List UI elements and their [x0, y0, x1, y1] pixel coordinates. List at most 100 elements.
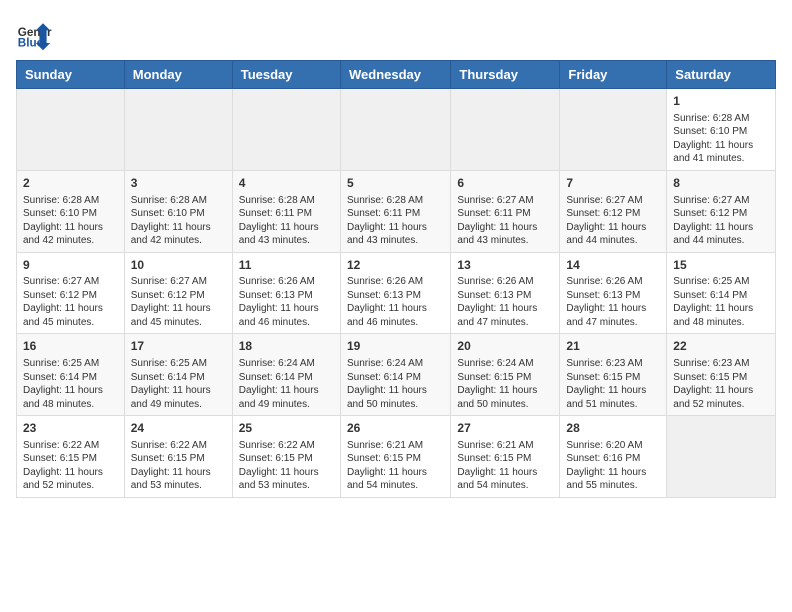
- day-info: Sunrise: 6:28 AM Sunset: 6:11 PM Dayligh…: [239, 194, 334, 248]
- calendar-cell: 4 Sunrise: 6:28 AM Sunset: 6:11 PM Daylig…: [232, 170, 340, 252]
- calendar-cell: 23Sunrise: 6:22 AM Sunset: 6:15 PM Dayli…: [17, 416, 125, 498]
- day-number: 20: [457, 338, 553, 355]
- calendar-cell: [17, 89, 125, 171]
- day-number: 23: [23, 420, 118, 437]
- day-number: 15: [673, 257, 769, 274]
- weekday-header-sunday: Sunday: [17, 61, 125, 89]
- day-number: 11: [239, 257, 334, 274]
- week-row-1: 1 Sunrise: 6:28 AM Sunset: 6:10 PM Daylig…: [17, 89, 776, 171]
- day-info: Sunrise: 6:22 AM Sunset: 6:15 PM Dayligh…: [131, 439, 226, 493]
- day-number: 28: [566, 420, 660, 437]
- weekday-header-monday: Monday: [124, 61, 232, 89]
- calendar-cell: 2 Sunrise: 6:28 AM Sunset: 6:10 PM Daylig…: [17, 170, 125, 252]
- calendar-cell: [451, 89, 560, 171]
- calendar-cell: 14Sunrise: 6:26 AM Sunset: 6:13 PM Dayli…: [560, 252, 667, 334]
- day-number: 17: [131, 338, 226, 355]
- calendar-cell: 13Sunrise: 6:26 AM Sunset: 6:13 PM Dayli…: [451, 252, 560, 334]
- calendar-cell: 1 Sunrise: 6:28 AM Sunset: 6:10 PM Daylig…: [667, 89, 776, 171]
- day-info: Sunrise: 6:26 AM Sunset: 6:13 PM Dayligh…: [566, 275, 660, 329]
- day-info: Sunrise: 6:24 AM Sunset: 6:14 PM Dayligh…: [347, 357, 444, 411]
- week-row-5: 23 Sunrise: 6:22 AM Sunset: 6:15 PM Dayli…: [17, 416, 776, 498]
- calendar-cell: [560, 89, 667, 171]
- day-info: Sunrise: 6:22 AM Sunset: 6:15 PM Dayligh…: [239, 439, 334, 493]
- day-number: 25: [239, 420, 334, 437]
- logo-icon: General Blue: [16, 16, 52, 52]
- calendar-cell: 15Sunrise: 6:25 AM Sunset: 6:14 PM Dayli…: [667, 252, 776, 334]
- calendar-cell: 26 Sunrise: 6:21 AM Sunset: 6:15 PM Dayli…: [340, 416, 450, 498]
- calendar-cell: 6Sunrise: 6:27 AM Sunset: 6:11 PM Daylig…: [451, 170, 560, 252]
- day-info: Sunrise: 6:27 AM Sunset: 6:12 PM Dayligh…: [566, 194, 660, 248]
- weekday-header-friday: Friday: [560, 61, 667, 89]
- calendar-cell: [124, 89, 232, 171]
- day-info: Sunrise: 6:27 AM Sunset: 6:12 PM Dayligh…: [131, 275, 226, 329]
- calendar-cell: [232, 89, 340, 171]
- day-number: 4: [239, 175, 334, 192]
- day-number: 13: [457, 257, 553, 274]
- day-info: Sunrise: 6:26 AM Sunset: 6:13 PM Dayligh…: [347, 275, 444, 329]
- calendar-cell: 27 Sunrise: 6:21 AM Sunset: 6:15 PM Dayli…: [451, 416, 560, 498]
- calendar-cell: 25 Sunrise: 6:22 AM Sunset: 6:15 PM Dayli…: [232, 416, 340, 498]
- day-number: 7: [566, 175, 660, 192]
- day-info: Sunrise: 6:21 AM Sunset: 6:15 PM Dayligh…: [457, 439, 553, 493]
- logo: General Blue: [16, 16, 56, 52]
- calendar-cell: 20 Sunrise: 6:24 AM Sunset: 6:15 PM Dayli…: [451, 334, 560, 416]
- day-number: 22: [673, 338, 769, 355]
- day-number: 6: [457, 175, 553, 192]
- day-number: 3: [131, 175, 226, 192]
- day-number: 1: [673, 93, 769, 110]
- day-info: Sunrise: 6:26 AM Sunset: 6:13 PM Dayligh…: [239, 275, 334, 329]
- day-number: 26: [347, 420, 444, 437]
- day-info: Sunrise: 6:28 AM Sunset: 6:10 PM Dayligh…: [673, 112, 769, 166]
- calendar-cell: 18 Sunrise: 6:24 AM Sunset: 6:14 PM Dayli…: [232, 334, 340, 416]
- day-number: 18: [239, 338, 334, 355]
- calendar-cell: 19 Sunrise: 6:24 AM Sunset: 6:14 PM Dayli…: [340, 334, 450, 416]
- week-row-3: 9Sunrise: 6:27 AM Sunset: 6:12 PM Daylig…: [17, 252, 776, 334]
- calendar-cell: [667, 416, 776, 498]
- day-number: 2: [23, 175, 118, 192]
- day-number: 27: [457, 420, 553, 437]
- day-number: 19: [347, 338, 444, 355]
- day-info: Sunrise: 6:20 AM Sunset: 6:16 PM Dayligh…: [566, 439, 660, 493]
- calendar-cell: 28 Sunrise: 6:20 AM Sunset: 6:16 PM Dayli…: [560, 416, 667, 498]
- day-number: 10: [131, 257, 226, 274]
- weekday-header-saturday: Saturday: [667, 61, 776, 89]
- day-number: 21: [566, 338, 660, 355]
- weekday-header-thursday: Thursday: [451, 61, 560, 89]
- day-info: Sunrise: 6:27 AM Sunset: 6:12 PM Dayligh…: [23, 275, 118, 329]
- calendar-cell: 3 Sunrise: 6:28 AM Sunset: 6:10 PM Daylig…: [124, 170, 232, 252]
- calendar-cell: 12Sunrise: 6:26 AM Sunset: 6:13 PM Dayli…: [340, 252, 450, 334]
- calendar-cell: [340, 89, 450, 171]
- calendar-cell: 16 Sunrise: 6:25 AM Sunset: 6:14 PM Dayli…: [17, 334, 125, 416]
- weekday-header-row: SundayMondayTuesdayWednesdayThursdayFrid…: [17, 61, 776, 89]
- calendar-cell: 24 Sunrise: 6:22 AM Sunset: 6:15 PM Dayli…: [124, 416, 232, 498]
- day-info: Sunrise: 6:28 AM Sunset: 6:10 PM Dayligh…: [23, 194, 118, 248]
- calendar-cell: 17Sunrise: 6:25 AM Sunset: 6:14 PM Dayli…: [124, 334, 232, 416]
- weekday-header-wednesday: Wednesday: [340, 61, 450, 89]
- day-info: Sunrise: 6:24 AM Sunset: 6:15 PM Dayligh…: [457, 357, 553, 411]
- header: General Blue: [16, 16, 776, 52]
- day-info: Sunrise: 6:21 AM Sunset: 6:15 PM Dayligh…: [347, 439, 444, 493]
- day-number: 14: [566, 257, 660, 274]
- day-info: Sunrise: 6:26 AM Sunset: 6:13 PM Dayligh…: [457, 275, 553, 329]
- day-info: Sunrise: 6:23 AM Sunset: 6:15 PM Dayligh…: [673, 357, 769, 411]
- calendar-cell: 10Sunrise: 6:27 AM Sunset: 6:12 PM Dayli…: [124, 252, 232, 334]
- day-number: 12: [347, 257, 444, 274]
- calendar-cell: 22 Sunrise: 6:23 AM Sunset: 6:15 PM Dayli…: [667, 334, 776, 416]
- day-info: Sunrise: 6:23 AM Sunset: 6:15 PM Dayligh…: [566, 357, 660, 411]
- day-info: Sunrise: 6:28 AM Sunset: 6:10 PM Dayligh…: [131, 194, 226, 248]
- day-info: Sunrise: 6:25 AM Sunset: 6:14 PM Dayligh…: [673, 275, 769, 329]
- week-row-2: 2 Sunrise: 6:28 AM Sunset: 6:10 PM Daylig…: [17, 170, 776, 252]
- day-number: 9: [23, 257, 118, 274]
- day-number: 16: [23, 338, 118, 355]
- day-info: Sunrise: 6:24 AM Sunset: 6:14 PM Dayligh…: [239, 357, 334, 411]
- calendar: SundayMondayTuesdayWednesdayThursdayFrid…: [16, 60, 776, 498]
- calendar-cell: 7 Sunrise: 6:27 AM Sunset: 6:12 PM Daylig…: [560, 170, 667, 252]
- calendar-cell: 21 Sunrise: 6:23 AM Sunset: 6:15 PM Dayli…: [560, 334, 667, 416]
- week-row-4: 16 Sunrise: 6:25 AM Sunset: 6:14 PM Dayli…: [17, 334, 776, 416]
- day-info: Sunrise: 6:28 AM Sunset: 6:11 PM Dayligh…: [347, 194, 444, 248]
- calendar-cell: 8Sunrise: 6:27 AM Sunset: 6:12 PM Daylig…: [667, 170, 776, 252]
- day-info: Sunrise: 6:25 AM Sunset: 6:14 PM Dayligh…: [23, 357, 118, 411]
- day-number: 24: [131, 420, 226, 437]
- calendar-cell: 11Sunrise: 6:26 AM Sunset: 6:13 PM Dayli…: [232, 252, 340, 334]
- weekday-header-tuesday: Tuesday: [232, 61, 340, 89]
